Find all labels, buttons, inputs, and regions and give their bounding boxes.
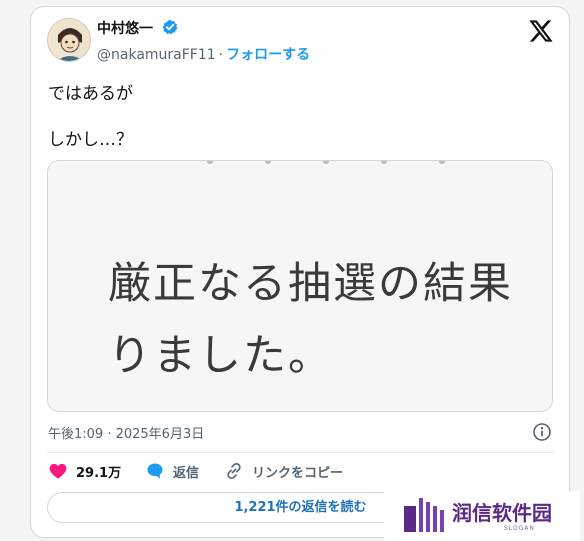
link-icon: [227, 463, 241, 479]
tweet-text-line-2: しかし…？: [48, 130, 133, 150]
media-text-line-1: 厳正なる抽選の結果: [108, 259, 513, 309]
reply-label: 返信: [173, 465, 200, 481]
verified-badge-icon: [162, 19, 178, 35]
separator: ·: [218, 47, 224, 63]
info-icon[interactable]: [532, 422, 552, 442]
copy-link-button[interactable]: リンクをコピー: [224, 460, 343, 482]
speech-bubble-icon: [147, 463, 163, 479]
handle[interactable]: @nakamuraFF11: [97, 47, 216, 63]
watermark-logo-icon: [404, 498, 444, 532]
avatar-image: [48, 19, 90, 61]
like-count: 29.1万: [76, 465, 122, 481]
follow-button[interactable]: フォローする: [226, 47, 310, 63]
heart-icon: [49, 463, 67, 479]
like-button[interactable]: 29.1万: [48, 460, 121, 482]
watermark-subtitle: SLOGAN: [504, 525, 535, 532]
timestamp[interactable]: 午後1:09 · 2025年6月3日: [48, 423, 204, 442]
handle-line: @nakamuraFF11 · フォローする: [97, 44, 310, 64]
watermark: 润信软件园 SLOGAN: [384, 491, 580, 541]
reply-button[interactable]: 返信: [145, 460, 199, 482]
display-name[interactable]: 中村悠一: [97, 18, 153, 38]
divider: [47, 452, 554, 453]
x-logo-icon[interactable]: [528, 18, 554, 44]
watermark-title: 润信软件园: [452, 501, 552, 525]
avatar[interactable]: [47, 18, 91, 62]
tweet-text-line-1: ではあるが: [48, 84, 133, 104]
media-text-line-2: りました。: [108, 331, 333, 381]
media-cropped-text-fragment: [207, 161, 445, 164]
tweet-media[interactable]: 厳正なる抽選の結果 りました。: [47, 160, 553, 412]
copy-link-label: リンクをコピー: [252, 465, 344, 481]
